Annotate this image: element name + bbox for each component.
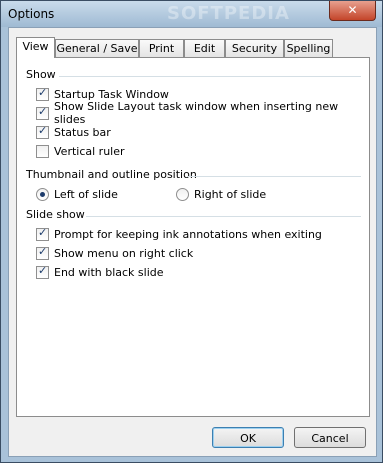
tab-security[interactable]: Security: [225, 39, 284, 57]
ok-button[interactable]: OK: [212, 427, 284, 448]
watermark: SOFTPEDIA: [167, 3, 290, 24]
option-label: Vertical ruler: [54, 144, 125, 158]
option-right-of-slide[interactable]: Right of slide: [176, 186, 266, 202]
option-label: Right of slide: [194, 187, 267, 201]
option-label: Status bar: [54, 125, 111, 139]
option-show-slide-layout[interactable]: Show Slide Layout task window when inser…: [36, 100, 369, 126]
options-dialog: Options SOFTPEDIA ✕ View General / Save …: [0, 0, 383, 463]
view-tab-panel: Show Startup Task Window Show Slide Layo…: [16, 57, 370, 417]
group-heading-show: Show: [26, 68, 56, 81]
option-left-of-slide[interactable]: Left of slide: [36, 186, 118, 202]
checkbox-checked[interactable]: [36, 264, 49, 279]
option-label: Show Slide Layout task window when inser…: [54, 100, 339, 126]
tab-print[interactable]: Print: [139, 39, 184, 57]
group-divider: [86, 216, 361, 217]
radio-unselected[interactable]: [176, 187, 189, 201]
close-button[interactable]: ✕: [329, 1, 376, 21]
radio-selected[interactable]: [36, 187, 49, 201]
checkbox-checked[interactable]: [36, 86, 49, 101]
option-label: Left of slide: [54, 187, 118, 201]
dialog-client-area: View General / Save Print Edit Security …: [8, 27, 377, 457]
option-label: End with black slide: [54, 265, 164, 279]
option-prompt-ink-annotations[interactable]: Prompt for keeping ink annotations when …: [36, 226, 322, 242]
checkbox-checked[interactable]: [36, 124, 49, 139]
option-vertical-ruler[interactable]: Vertical ruler: [36, 143, 125, 159]
option-end-with-black-slide[interactable]: End with black slide: [36, 264, 164, 280]
tab-view[interactable]: View: [16, 37, 55, 58]
group-divider: [59, 76, 361, 77]
title-bar[interactable]: Options SOFTPEDIA ✕: [1, 1, 382, 27]
checkbox-unchecked[interactable]: [36, 144, 49, 158]
group-heading-thumbnail: Thumbnail and outline position: [26, 168, 197, 181]
option-label: Prompt for keeping ink annotations when …: [54, 227, 322, 241]
tab-edit[interactable]: Edit: [184, 39, 225, 57]
option-label: Show menu on right click: [54, 246, 194, 260]
tab-general-save[interactable]: General / Save: [55, 39, 139, 57]
window-title: Options: [8, 7, 55, 21]
checkbox-checked[interactable]: [36, 105, 49, 120]
group-divider: [187, 176, 361, 177]
group-heading-slide-show: Slide show: [26, 208, 85, 221]
tab-spelling[interactable]: Spelling: [284, 39, 333, 57]
cancel-button[interactable]: Cancel: [294, 427, 366, 448]
option-label: Startup Task Window: [54, 87, 169, 101]
checkbox-checked[interactable]: [36, 245, 49, 260]
checkbox-checked[interactable]: [36, 226, 49, 241]
option-show-menu-right-click[interactable]: Show menu on right click: [36, 245, 193, 261]
option-status-bar[interactable]: Status bar: [36, 124, 111, 140]
